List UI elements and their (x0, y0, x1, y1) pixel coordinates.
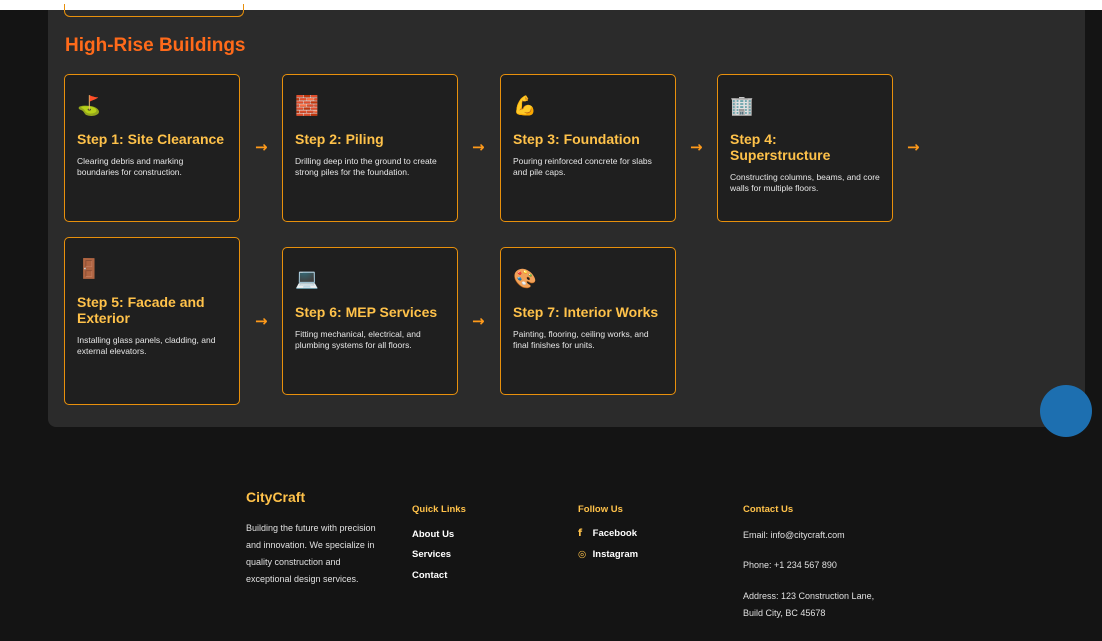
arrow-right-icon: → (907, 138, 920, 156)
laptop-icon: 💻 (295, 268, 319, 290)
arrow-right-icon: → (472, 138, 485, 156)
footer-link-instagram[interactable]: ◎ Instagram (578, 549, 638, 560)
footer-link-about-us[interactable]: About Us (412, 529, 454, 540)
footer-brand: CityCraft (246, 489, 306, 505)
step-description: Pouring reinforced concrete for slabs an… (513, 156, 652, 177)
step-description: Painting, flooring, ceiling works, and f… (513, 329, 649, 350)
facebook-label: Facebook (592, 528, 637, 539)
step-description: Drilling deep into the ground to create … (295, 156, 437, 177)
arrow-right-icon: → (255, 138, 268, 156)
contact-us-heading: Contact Us (743, 504, 794, 515)
previous-card-edge (64, 4, 244, 17)
step-description: Fitting mechanical, electrical, and plum… (295, 329, 421, 350)
step-title: Step 3: Foundation (513, 131, 640, 147)
step-title: Step 2: Piling (295, 131, 384, 147)
step-title: Step 4: Superstructure (730, 131, 831, 163)
step-title: Step 6: MEP Services (295, 304, 438, 320)
office-building-icon: 🏢 (730, 95, 754, 117)
contact-address: Address: 123 Construction Lane, Build Ci… (743, 591, 875, 618)
contact-phone: Phone: +1 234 567 890 (743, 560, 837, 570)
instagram-label: Instagram (592, 549, 639, 560)
door-icon: 🚪 (77, 258, 101, 280)
instagram-icon: ◎ (578, 549, 587, 560)
footer-link-services[interactable]: Services (412, 549, 451, 560)
footer-link-contact[interactable]: Contact (412, 570, 447, 581)
step-card-site-clearance[interactable]: ⛳ Step 1: Site Clearance Clearing debris… (64, 74, 240, 222)
step-description: Clearing debris and marking boundaries f… (77, 156, 184, 177)
step-card-foundation[interactable]: 💪 Step 3: Foundation Pouring reinforced … (500, 74, 676, 222)
bricks-icon: 🧱 (295, 95, 319, 117)
step-card-mep-services[interactable]: 💻 Step 6: MEP Services Fitting mechanica… (282, 247, 458, 395)
follow-us-heading: Follow Us (578, 504, 623, 515)
footer-about-text: Building the future with precision and i… (246, 523, 376, 584)
section-title: High-Rise Buildings (65, 35, 246, 56)
golf-flag-icon: ⛳ (77, 95, 101, 117)
step-description: Installing glass panels, cladding, and e… (77, 335, 216, 356)
step-title: Step 5: Facade and Exterior (77, 294, 205, 326)
quick-links-heading: Quick Links (412, 504, 466, 515)
floating-action-button[interactable] (1040, 385, 1092, 437)
step-title: Step 1: Site Clearance (77, 131, 225, 147)
footer-link-facebook[interactable]: f Facebook (578, 528, 637, 539)
contact-email: Email: info@citycraft.com (743, 530, 845, 540)
step-title: Step 7: Interior Works (513, 304, 659, 320)
arrow-right-icon: → (690, 138, 703, 156)
facebook-icon: f (578, 528, 583, 539)
step-card-superstructure[interactable]: 🏢 Step 4: Superstructure Constructing co… (717, 74, 893, 222)
arrow-right-icon: → (472, 312, 485, 330)
step-card-facade-exterior[interactable]: 🚪 Step 5: Facade and Exterior Installing… (64, 237, 240, 405)
step-card-piling[interactable]: 🧱 Step 2: Piling Drilling deep into the … (282, 74, 458, 222)
step-description: Constructing columns, beams, and core wa… (730, 172, 880, 193)
step-card-interior-works[interactable]: 🎨 Step 7: Interior Works Painting, floor… (500, 247, 676, 395)
site-footer (0, 437, 1102, 641)
flexed-arm-icon: 💪 (513, 95, 537, 117)
arrow-right-icon: → (255, 312, 268, 330)
artist-palette-icon: 🎨 (513, 268, 537, 290)
